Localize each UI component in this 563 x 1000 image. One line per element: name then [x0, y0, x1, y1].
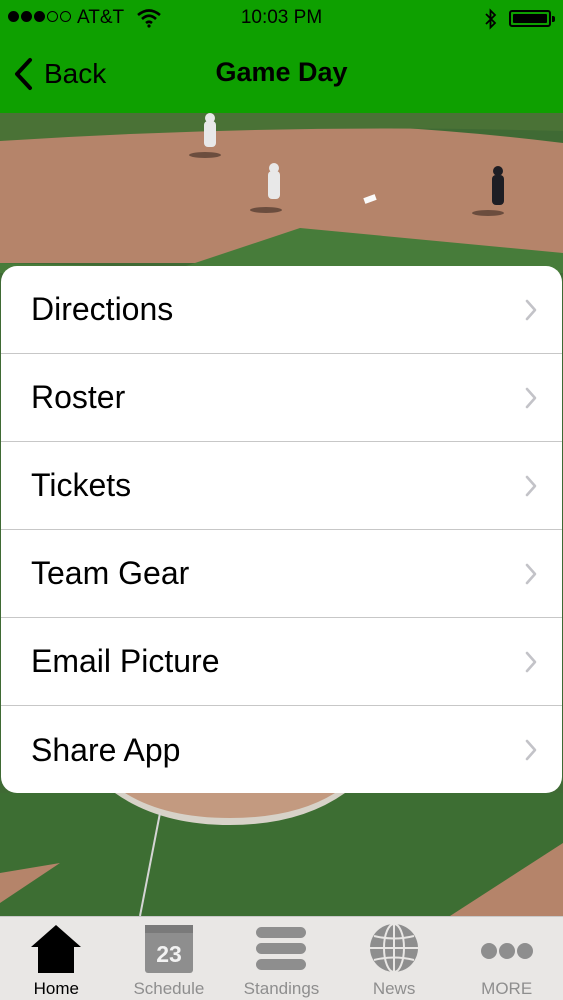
bluetooth-icon [485, 8, 497, 30]
globe-icon [370, 923, 419, 973]
tab-schedule[interactable]: 23 Schedule [113, 917, 226, 1000]
page-title: Game Day [215, 57, 348, 87]
tab-label: Schedule [133, 979, 205, 998]
menu-item-label: Tickets [31, 467, 132, 503]
menu-item-share-app[interactable]: Share App [1, 706, 562, 793]
tab-label: MORE [481, 979, 533, 998]
more-icon [480, 943, 533, 959]
game-day-menu: Directions Roster Tickets Team Gear Emai… [1, 266, 562, 793]
menu-item-label: Team Gear [31, 555, 190, 591]
status-time: 10:03 PM [240, 7, 323, 28]
status-bar: AT&T 10:03 PM [0, 0, 563, 38]
chevron-right-icon [525, 739, 537, 761]
battery-icon [509, 10, 555, 27]
menu-item-label: Email Picture [31, 643, 220, 679]
chevron-right-icon [525, 563, 537, 584]
menu-item-directions[interactable]: Directions [1, 266, 562, 354]
menu-item-email-picture[interactable]: Email Picture [1, 618, 562, 706]
menu-item-label: Roster [31, 379, 126, 415]
menu-item-label: Directions [31, 291, 174, 327]
tab-label: News [372, 979, 416, 998]
tab-more[interactable]: MORE [450, 917, 563, 1000]
tab-label: Standings [243, 979, 320, 998]
chevron-right-icon [525, 387, 537, 408]
tab-news[interactable]: News [338, 917, 451, 1000]
chevron-right-icon [525, 651, 537, 672]
calendar-icon: 23 [144, 925, 193, 973]
menu-item-team-gear[interactable]: Team Gear [1, 530, 562, 618]
tab-home[interactable]: Home [0, 917, 113, 1000]
menu-item-roster[interactable]: Roster [1, 354, 562, 442]
home-icon [31, 925, 82, 973]
chevron-right-icon [525, 475, 537, 496]
tab-label: Home [33, 979, 79, 998]
chevron-right-icon [525, 299, 537, 320]
tab-standings[interactable]: Standings [225, 917, 338, 1000]
standings-icon [256, 927, 307, 970]
tab-bar: Home 23 Schedule Standings News MORE [0, 916, 563, 1000]
menu-item-label: Share App [31, 731, 181, 768]
menu-item-tickets[interactable]: Tickets [1, 442, 562, 530]
navigation-bar: AT&T 10:03 PM Back Game Day [0, 0, 563, 113]
calendar-badge: 23 [156, 941, 182, 967]
